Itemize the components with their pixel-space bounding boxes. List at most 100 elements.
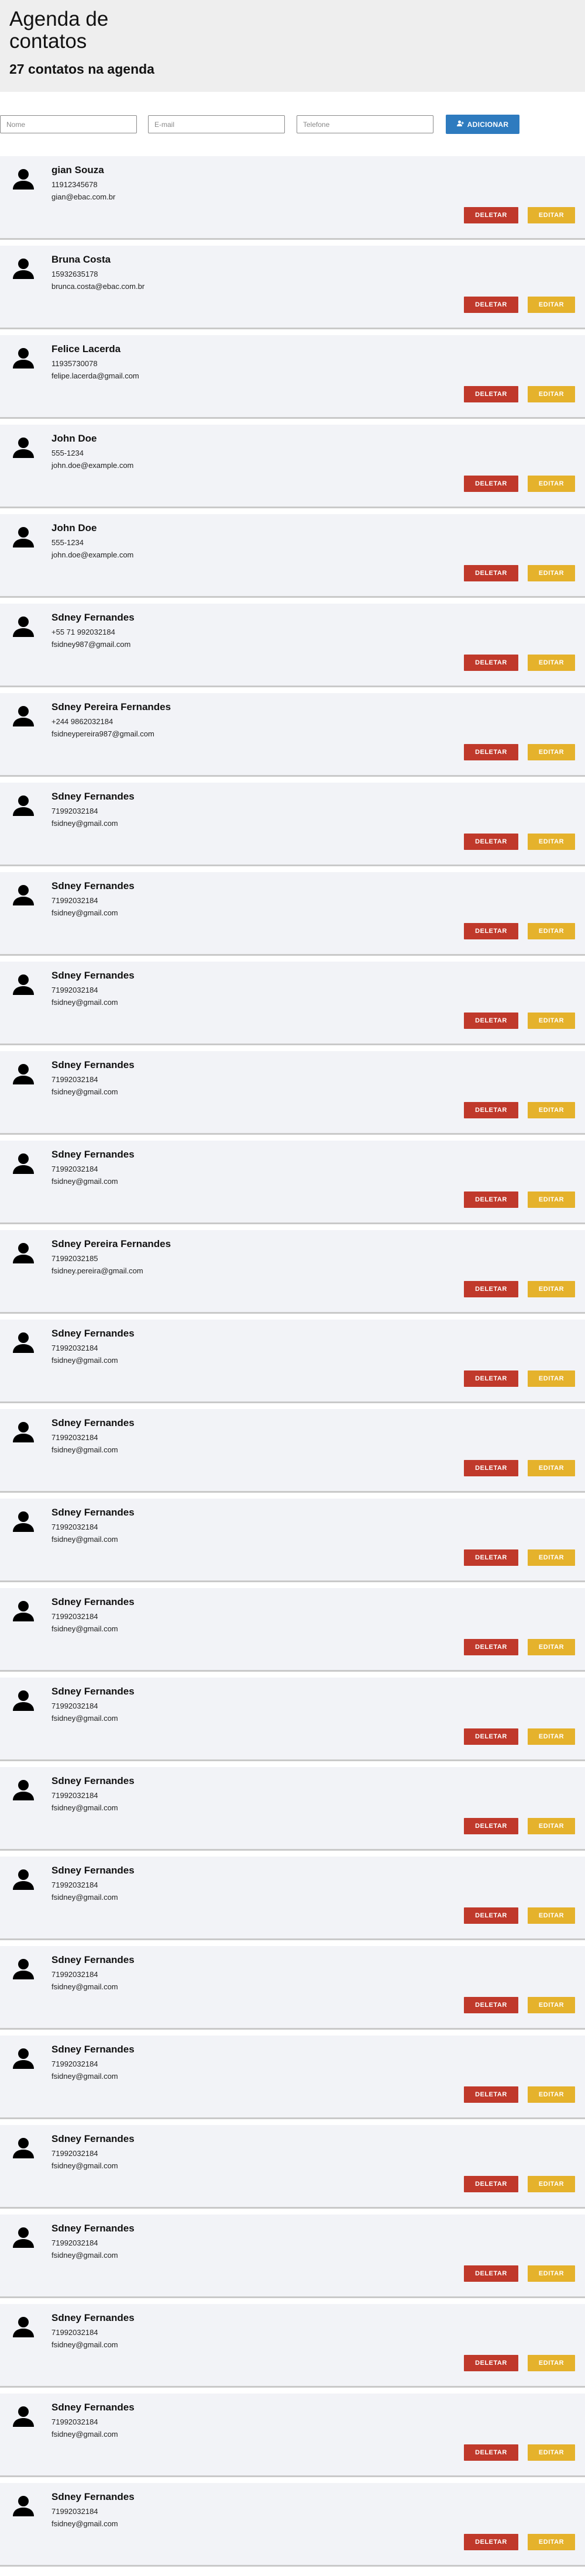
edit-button[interactable]: EDITAR <box>528 297 575 313</box>
person-icon <box>12 1599 35 1623</box>
delete-button[interactable]: DELETAR <box>464 2444 518 2461</box>
delete-button[interactable]: DELETAR <box>464 386 518 402</box>
edit-button[interactable]: EDITAR <box>528 386 575 402</box>
edit-button[interactable]: EDITAR <box>528 1818 575 1834</box>
edit-button[interactable]: EDITAR <box>528 565 575 581</box>
contact-phone: 555-1234 <box>51 538 84 547</box>
person-icon <box>12 1868 35 1891</box>
edit-button[interactable]: EDITAR <box>528 1460 575 1476</box>
delete-button[interactable]: DELETAR <box>464 476 518 492</box>
delete-button[interactable]: DELETAR <box>464 1907 518 1924</box>
contact-name: Sdney Fernandes <box>51 1686 135 1697</box>
contact-phone: 71992032184 <box>51 2149 98 2158</box>
contact-name: Sdney Fernandes <box>51 2312 135 2323</box>
contact-email: brunca.costa@ebac.com.br <box>51 282 145 291</box>
delete-button[interactable]: DELETAR <box>464 207 518 223</box>
contact-phone: +244 9862032184 <box>51 717 113 726</box>
delete-button[interactable]: DELETAR <box>464 1102 518 1118</box>
edit-button[interactable]: EDITAR <box>528 2265 575 2282</box>
person-icon <box>12 167 35 191</box>
edit-button[interactable]: EDITAR <box>528 1281 575 1297</box>
add-button[interactable]: ADICIONAR <box>446 115 519 134</box>
edit-button[interactable]: EDITAR <box>528 1102 575 1118</box>
contact-card: Sdney Pereira Fernandes +244 9862032184 … <box>0 693 585 777</box>
edit-button[interactable]: EDITAR <box>528 923 575 939</box>
delete-button[interactable]: DELETAR <box>464 2086 518 2103</box>
delete-button[interactable]: DELETAR <box>464 2265 518 2282</box>
delete-button[interactable]: DELETAR <box>464 923 518 939</box>
edit-button[interactable]: EDITAR <box>528 1549 575 1566</box>
add-contact-form: ADICIONAR <box>0 92 585 156</box>
contact-email: fsidney@gmail.com <box>51 1714 118 1723</box>
delete-button[interactable]: DELETAR <box>464 1460 518 1476</box>
contact-email: fsidney@gmail.com <box>51 2519 118 2528</box>
edit-button[interactable]: EDITAR <box>528 2086 575 2103</box>
delete-button[interactable]: DELETAR <box>464 1281 518 1297</box>
person-icon <box>12 2226 35 2249</box>
person-icon <box>12 1778 35 1802</box>
edit-button[interactable]: EDITAR <box>528 655 575 671</box>
delete-button[interactable]: DELETAR <box>464 655 518 671</box>
contact-name: Sdney Fernandes <box>51 2223 135 2234</box>
contact-phone: 71992032184 <box>51 986 98 994</box>
contact-phone: 71992032184 <box>51 1165 98 1173</box>
contact-name: Sdney Fernandes <box>51 1775 135 1786</box>
delete-button[interactable]: DELETAR <box>464 1997 518 2013</box>
name-input[interactable] <box>0 115 137 133</box>
contact-name: Sdney Fernandes <box>51 2133 135 2144</box>
edit-button[interactable]: EDITAR <box>528 1370 575 1387</box>
contact-email: fsidney@gmail.com <box>51 1982 118 1991</box>
edit-button[interactable]: EDITAR <box>528 1639 575 1655</box>
edit-button[interactable]: EDITAR <box>528 834 575 850</box>
contact-card: Sdney Fernandes 71992032184 fsidney@gmai… <box>0 1857 585 1940</box>
delete-button[interactable]: DELETAR <box>464 1639 518 1655</box>
contact-name: Sdney Fernandes <box>51 1149 135 1160</box>
contact-phone: 71992032184 <box>51 896 98 905</box>
delete-button[interactable]: DELETAR <box>464 565 518 581</box>
delete-button[interactable]: DELETAR <box>464 297 518 313</box>
delete-button[interactable]: DELETAR <box>464 2355 518 2371</box>
delete-button[interactable]: DELETAR <box>464 1818 518 1834</box>
delete-button[interactable]: DELETAR <box>464 744 518 760</box>
edit-button[interactable]: EDITAR <box>528 2444 575 2461</box>
email-input[interactable] <box>148 115 285 133</box>
edit-button[interactable]: EDITAR <box>528 744 575 760</box>
contact-email: fsidney@gmail.com <box>51 1624 118 1633</box>
edit-button[interactable]: EDITAR <box>528 1907 575 1924</box>
contact-name: Sdney Pereira Fernandes <box>51 1238 171 1249</box>
edit-button[interactable]: EDITAR <box>528 1997 575 2013</box>
contact-email: fsidney@gmail.com <box>51 908 118 917</box>
delete-button[interactable]: DELETAR <box>464 1549 518 1566</box>
contact-phone: 71992032184 <box>51 1702 98 1710</box>
edit-button[interactable]: EDITAR <box>528 1728 575 1745</box>
contact-email: fsidney@gmail.com <box>51 1535 118 1544</box>
edit-button[interactable]: EDITAR <box>528 2176 575 2192</box>
edit-button[interactable]: EDITAR <box>528 1191 575 1208</box>
delete-button[interactable]: DELETAR <box>464 2534 518 2550</box>
contact-email: fsidney@gmail.com <box>51 998 118 1007</box>
phone-input[interactable] <box>297 115 433 133</box>
edit-button[interactable]: EDITAR <box>528 2355 575 2371</box>
contact-email: fsidney@gmail.com <box>51 819 118 828</box>
delete-button[interactable]: DELETAR <box>464 1370 518 1387</box>
edit-button[interactable]: EDITAR <box>528 2534 575 2550</box>
delete-button[interactable]: DELETAR <box>464 834 518 850</box>
delete-button[interactable]: DELETAR <box>464 1728 518 1745</box>
contact-name: Sdney Fernandes <box>51 2044 135 2055</box>
contact-name: John Doe <box>51 522 97 533</box>
person-icon <box>12 1152 35 1175</box>
delete-button[interactable]: DELETAR <box>464 2176 518 2192</box>
contact-card: Sdney Fernandes 71992032184 fsidney@gmai… <box>0 2036 585 2119</box>
contact-name: Sdney Fernandes <box>51 2491 135 2502</box>
delete-button[interactable]: DELETAR <box>464 1013 518 1029</box>
delete-button[interactable]: DELETAR <box>464 1191 518 1208</box>
contact-phone: 15932635178 <box>51 270 98 278</box>
contact-email: fsidney@gmail.com <box>51 2340 118 2349</box>
person-icon <box>12 1957 35 1981</box>
edit-button[interactable]: EDITAR <box>528 207 575 223</box>
contact-card: John Doe 555-1234 john.doe@example.com D… <box>0 425 585 508</box>
contact-email: john.doe@example.com <box>51 461 134 470</box>
edit-button[interactable]: EDITAR <box>528 476 575 492</box>
edit-button[interactable]: EDITAR <box>528 1013 575 1029</box>
contact-email: felipe.lacerda@gmail.com <box>51 371 139 380</box>
